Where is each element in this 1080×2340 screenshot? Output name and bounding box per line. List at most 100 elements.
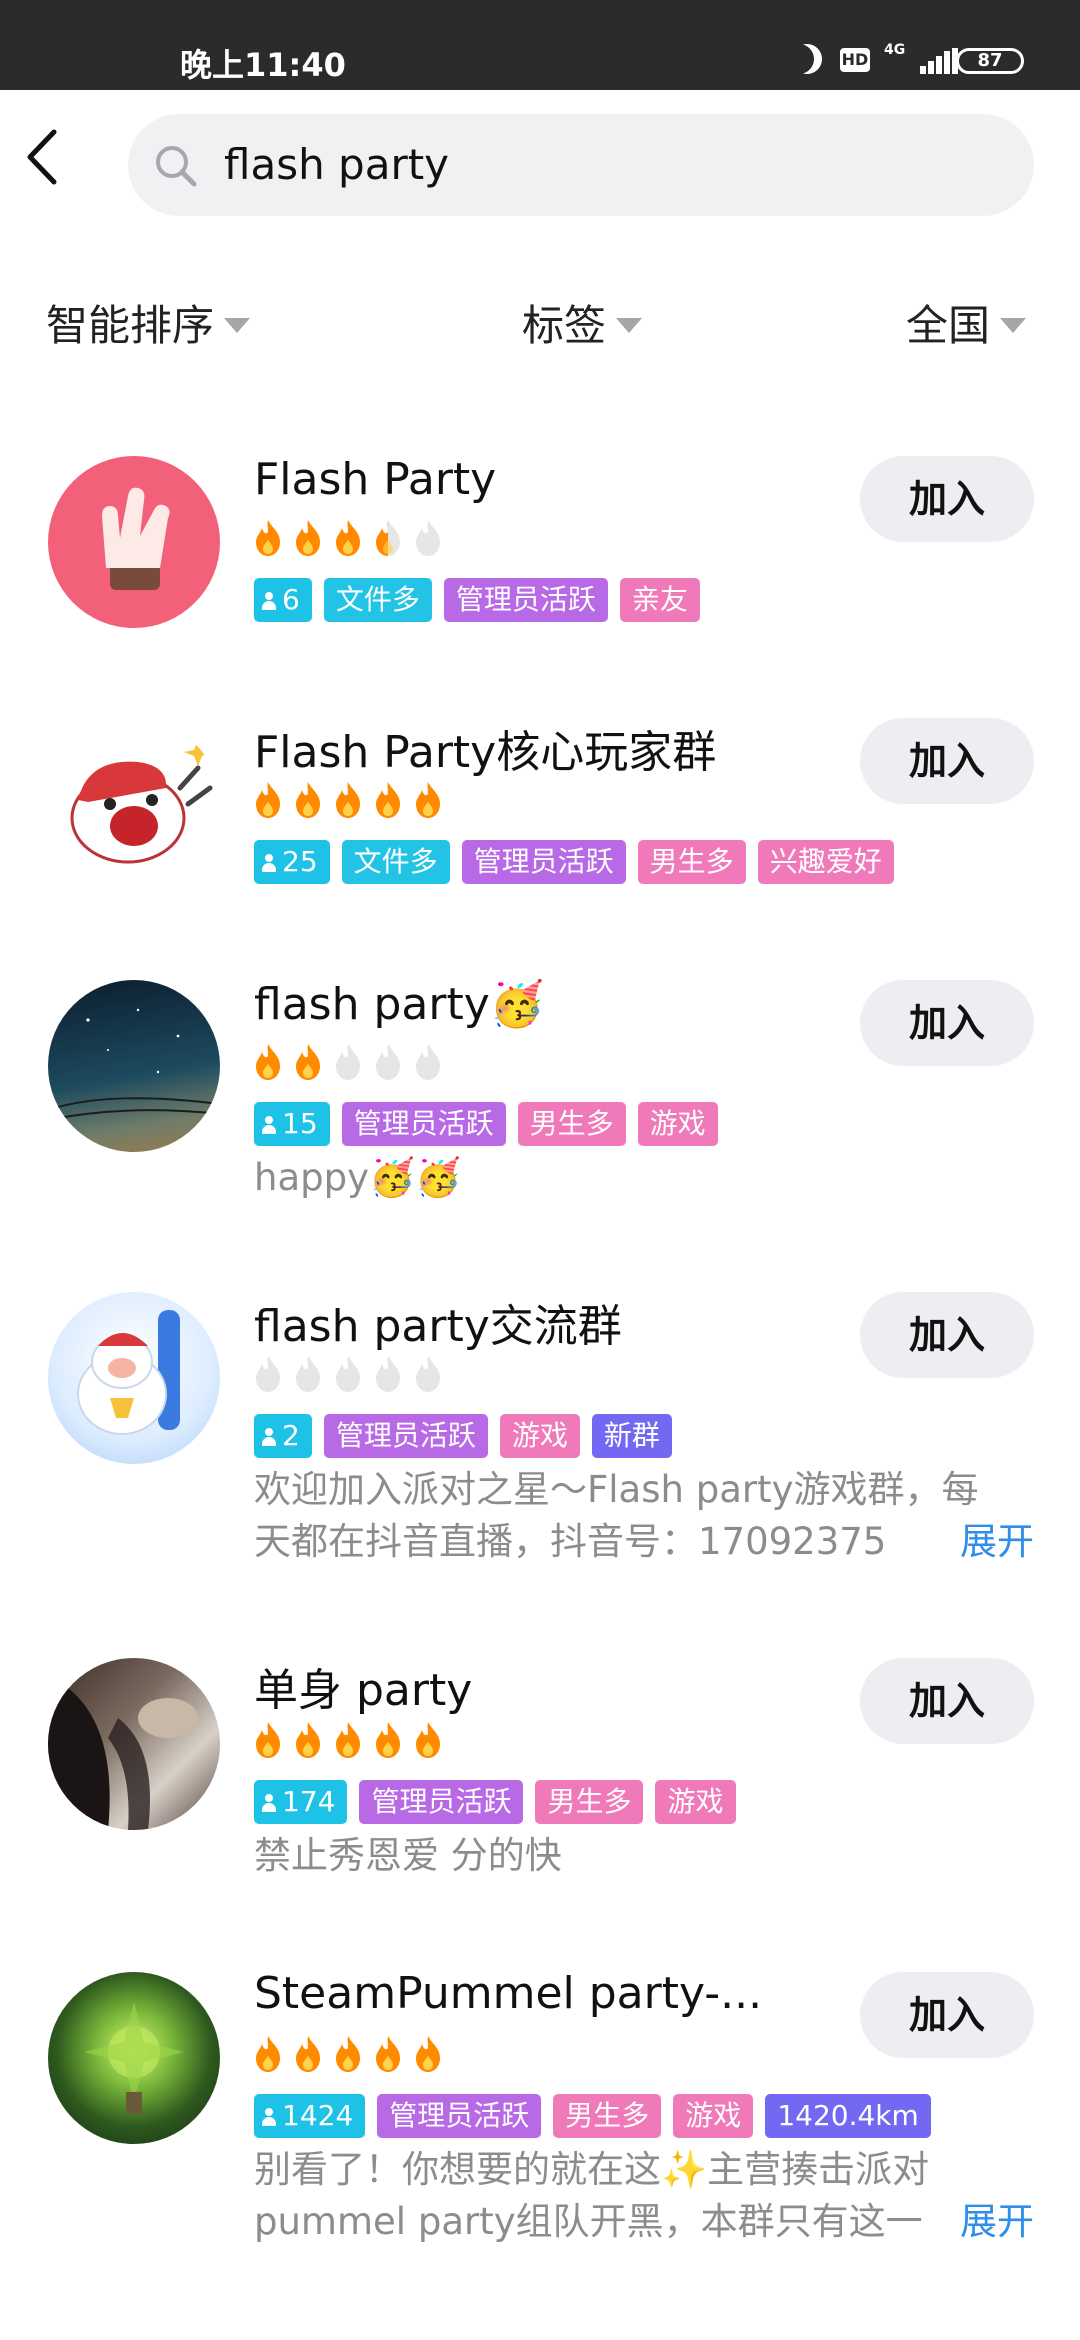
member-count-badge: 1424 bbox=[254, 2094, 366, 2138]
tag-badge: 游戏 bbox=[499, 1414, 580, 1458]
person-icon bbox=[262, 1794, 276, 1812]
join-button[interactable]: 加入 bbox=[860, 718, 1034, 804]
person-icon bbox=[262, 1428, 276, 1446]
flame-icon bbox=[256, 782, 280, 818]
group-title: 单身 party bbox=[254, 1665, 473, 1716]
group-tags: 6 文件多 管理员活跃 亲友 bbox=[254, 578, 712, 622]
group-avatar bbox=[48, 718, 220, 890]
search-input[interactable]: flash party bbox=[128, 114, 1034, 216]
group-title: flash party交流群 bbox=[254, 1301, 622, 1352]
heat-rating bbox=[252, 2034, 452, 2078]
filter-bar: 智能排序 标签 全国 bbox=[0, 292, 1080, 362]
heat-rating bbox=[252, 1720, 452, 1764]
flame-icon bbox=[376, 1044, 400, 1080]
group-list-item[interactable]: flash party交流群 2 管理员活跃 游戏 新群 欢迎加入派对之星～Fl… bbox=[0, 1278, 1080, 1596]
group-avatar bbox=[48, 1972, 220, 2144]
member-count-badge: 6 bbox=[254, 578, 312, 622]
group-title: Flash Party bbox=[254, 454, 497, 505]
flame-icon bbox=[376, 1722, 400, 1758]
group-title: flash party🥳 bbox=[254, 979, 545, 1030]
tag-badge: 亲友 bbox=[619, 578, 700, 622]
heat-rating bbox=[252, 1042, 452, 1086]
description-line: pummel party组队开黑，本群只有这一 bbox=[254, 2200, 923, 2243]
tag-badge: 男生多 bbox=[553, 2094, 662, 2138]
status-bar: 晚上11:40 HD 4G 87 bbox=[0, 0, 1080, 90]
flame-icon bbox=[256, 520, 280, 556]
flame-icon bbox=[256, 2036, 280, 2072]
group-description: 欢迎加入派对之星～Flash party游戏群，每 天都在抖音直播，抖音号：17… bbox=[254, 1464, 1034, 1568]
tag-badge: 管理员活跃 bbox=[341, 1102, 506, 1146]
group-avatar bbox=[48, 1292, 220, 1464]
tag-badge: 管理员活跃 bbox=[377, 2094, 542, 2138]
expand-link[interactable]: 展开 bbox=[960, 1516, 1034, 1568]
expand-link[interactable]: 展开 bbox=[960, 2196, 1034, 2248]
caret-down-icon bbox=[616, 318, 643, 333]
tag-badge: 文件多 bbox=[341, 840, 450, 884]
group-list-item[interactable]: flash party🥳 15 管理员活跃 男生多 游戏 happy🥳🥳 加入 bbox=[0, 964, 1080, 1220]
flame-icon bbox=[336, 1722, 360, 1758]
filter-sort-dropdown[interactable]: 智能排序 bbox=[46, 292, 251, 353]
tag-badge: 游戏 bbox=[637, 1102, 718, 1146]
description-line: 别看了！你想要的就在这✨主营揍击派对 bbox=[254, 2148, 930, 2191]
member-count-badge: 15 bbox=[254, 1102, 330, 1146]
chevron-left-icon bbox=[27, 129, 57, 185]
caret-down-icon bbox=[224, 318, 251, 333]
flame-icon bbox=[256, 1356, 280, 1392]
join-button[interactable]: 加入 bbox=[860, 1972, 1034, 2058]
filter-region-label: 全国 bbox=[906, 301, 991, 350]
tag-badge: 男生多 bbox=[517, 1102, 626, 1146]
tag-badge: 管理员活跃 bbox=[461, 840, 626, 884]
tag-badge: 文件多 bbox=[323, 578, 432, 622]
flame-icon bbox=[256, 1044, 280, 1080]
flame-icon bbox=[416, 782, 440, 818]
hd-icon: HD bbox=[840, 48, 870, 72]
group-tags: 1424 管理员活跃 男生多 游戏 1420.4km bbox=[254, 2094, 943, 2138]
group-title: SteamPummel party-... bbox=[254, 1968, 763, 2019]
group-avatar bbox=[48, 1658, 220, 1830]
filter-tags-dropdown[interactable]: 标签 bbox=[522, 292, 643, 353]
tag-badge: 游戏 bbox=[655, 1780, 736, 1824]
do-not-disturb-icon bbox=[792, 44, 822, 74]
network-type: 4G bbox=[884, 42, 906, 58]
heat-rating bbox=[252, 1354, 452, 1398]
join-button[interactable]: 加入 bbox=[860, 1292, 1034, 1378]
flame-icon bbox=[416, 2036, 440, 2072]
flame-icon bbox=[336, 782, 360, 818]
status-time: 晚上11:40 bbox=[180, 46, 346, 84]
flame-icon bbox=[416, 1722, 440, 1758]
battery-icon: 87 bbox=[956, 48, 1024, 74]
join-button[interactable]: 加入 bbox=[860, 1658, 1034, 1744]
person-icon bbox=[262, 854, 276, 872]
heat-rating bbox=[252, 780, 452, 824]
flame-icon bbox=[296, 1044, 320, 1080]
flame-icon bbox=[376, 520, 400, 556]
description-line: 天都在抖音直播，抖音号：17092375 bbox=[254, 1520, 887, 1563]
flame-icon bbox=[416, 1356, 440, 1392]
join-button[interactable]: 加入 bbox=[860, 456, 1034, 542]
filter-region-dropdown[interactable]: 全国 bbox=[906, 292, 1027, 353]
flame-icon bbox=[336, 1356, 360, 1392]
tag-badge: 游戏 bbox=[673, 2094, 754, 2138]
flame-icon bbox=[296, 1356, 320, 1392]
filter-tags-label: 标签 bbox=[522, 301, 607, 350]
group-list-item[interactable]: SteamPummel party-... 1424 管理员活跃 男生多 游戏 … bbox=[0, 1958, 1080, 2268]
group-list-item[interactable]: Flash Party 6 文件多 管理员活跃 亲友 加入 bbox=[0, 440, 1080, 670]
search-query-text: flash party bbox=[224, 140, 450, 189]
tag-badge: 管理员活跃 bbox=[443, 578, 608, 622]
search-icon bbox=[156, 146, 197, 187]
group-list-item[interactable]: Flash Party核心玩家群 25 文件多 管理员活跃 男生多 兴趣爱好 加… bbox=[0, 702, 1080, 932]
group-title: Flash Party核心玩家群 bbox=[254, 727, 717, 778]
group-avatar bbox=[48, 980, 220, 1152]
group-list-item[interactable]: 单身 party 174 管理员活跃 男生多 游戏 禁止秀恩爱 分的快 加入 bbox=[0, 1644, 1080, 1904]
group-tags: 25 文件多 管理员活跃 男生多 兴趣爱好 bbox=[254, 840, 906, 884]
caret-down-icon bbox=[1000, 318, 1027, 333]
group-description: 别看了！你想要的就在这✨主营揍击派对 pummel party组队开黑，本群只有… bbox=[254, 2144, 1034, 2248]
description-line: 欢迎加入派对之星～Flash party游戏群，每 bbox=[254, 1468, 979, 1511]
back-button[interactable] bbox=[24, 128, 64, 186]
flame-icon bbox=[336, 520, 360, 556]
join-button[interactable]: 加入 bbox=[860, 980, 1034, 1066]
distance-badge: 1420.4km bbox=[765, 2094, 931, 2138]
group-description: happy🥳🥳 bbox=[254, 1156, 462, 1199]
signal-icon bbox=[916, 48, 960, 74]
flame-icon bbox=[296, 2036, 320, 2072]
